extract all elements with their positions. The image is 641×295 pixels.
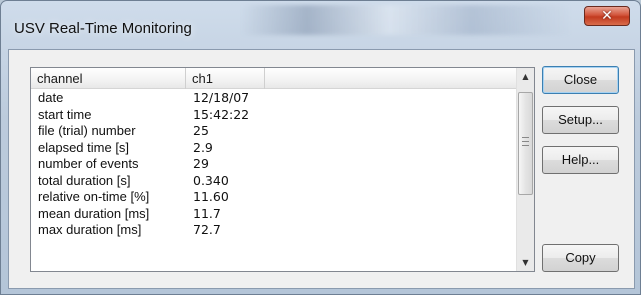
list-item[interactable]: file (trial) number 25 [31,123,517,140]
cell-channel-label: total duration [s] [38,172,131,188]
scroll-up-icon: ▲ [522,72,529,81]
scroll-up-button[interactable]: ▲ [517,68,534,85]
cell-ch1-value: 11.60 [193,189,229,204]
column-header-channel[interactable]: channel [31,68,186,89]
column-header-filler [265,68,517,89]
stats-list-view[interactable]: channel ch1 date 12/18/07 start time 15:42:… [30,67,535,272]
list-item[interactable]: number of events 29 [31,156,517,173]
grip-icon [522,137,529,146]
list-item[interactable]: mean duration [ms] 11.7 [31,206,517,223]
cell-channel-label: mean duration [ms] [38,205,150,221]
help-button[interactable]: Help... [542,146,619,174]
scroll-down-button[interactable]: ▼ [517,254,534,271]
cell-channel-label: file (trial) number [38,123,136,138]
cell-ch1-value: 12/18/07 [193,90,250,105]
scroll-thumb[interactable] [518,92,533,195]
list-rows: date 12/18/07 start time 15:42:22 file (tria… [31,90,517,239]
list-header: channel ch1 [31,68,517,89]
cell-ch1-value: 15:42:22 [193,106,250,122]
cell-channel-label: elapsed time [s] [38,139,130,155]
cell-channel-label: max duration [ms] [38,222,142,237]
cell-ch1-value: 0.340 [193,172,229,188]
list-item[interactable]: max duration [ms] 72.7 [31,222,517,239]
cell-ch1-value: 72.7 [193,222,221,237]
dialog-client-area: channel ch1 date 12/18/07 start time 15:42:… [8,49,635,289]
cell-ch1-value: 29 [193,156,209,171]
list-item[interactable]: elapsed time [s] 2.9 [31,140,517,157]
list-item[interactable]: date 12/18/07 [31,90,517,107]
dialog-window: USV Real-Time Monitoring ✕ channel ch1 d… [0,0,641,295]
cell-channel-label: date [38,90,64,105]
window-title: USV Real-Time Monitoring [14,20,192,37]
close-button[interactable]: Close [542,66,619,94]
cell-ch1-value: 11.7 [193,205,221,221]
close-icon: ✕ [601,8,613,24]
cell-ch1-value: 2.9 [193,139,213,155]
cell-channel-label: start time [38,106,92,122]
setup-button[interactable]: Setup... [542,106,619,134]
cell-channel-label: number of events [38,156,139,171]
scroll-down-icon: ▼ [522,258,529,267]
list-item[interactable]: start time 15:42:22 [31,107,517,124]
list-item[interactable]: total duration [s] 0.340 [31,173,517,190]
column-header-ch1[interactable]: ch1 [186,68,265,89]
copy-button[interactable]: Copy [542,244,619,272]
titlebar-background [241,5,571,35]
list-item[interactable]: relative on-time [%] 11.60 [31,189,517,206]
window-close-button[interactable]: ✕ [584,6,630,26]
cell-channel-label: relative on-time [%] [38,189,150,204]
vertical-scrollbar[interactable]: ▲ ▼ [516,68,534,271]
cell-ch1-value: 25 [193,123,209,138]
